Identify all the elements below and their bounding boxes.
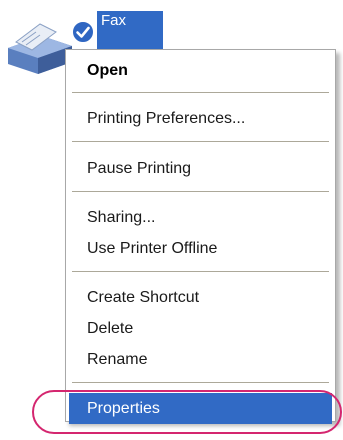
menu-separator	[72, 191, 329, 192]
menu-separator	[72, 92, 329, 93]
menu-item-use-printer-offline[interactable]: Use Printer Offline	[69, 233, 332, 264]
menu-item-pause-printing[interactable]: Pause Printing	[69, 153, 332, 184]
menu-separator	[72, 271, 329, 272]
menu-separator	[72, 141, 329, 142]
callout-highlight-ring	[32, 390, 342, 434]
menu-item-create-shortcut[interactable]: Create Shortcut	[69, 282, 332, 313]
menu-item-sharing[interactable]: Sharing...	[69, 202, 332, 233]
menu-item-printing-preferences[interactable]: Printing Preferences...	[69, 103, 332, 134]
menu-separator	[72, 382, 329, 383]
menu-item-delete[interactable]: Delete	[69, 313, 332, 344]
icon-label: Fax	[97, 11, 163, 51]
check-circle-icon	[71, 20, 95, 44]
context-menu: Open Printing Preferences... Pause Print…	[65, 49, 336, 424]
menu-item-rename[interactable]: Rename	[69, 344, 332, 375]
menu-item-open[interactable]: Open	[69, 55, 332, 86]
